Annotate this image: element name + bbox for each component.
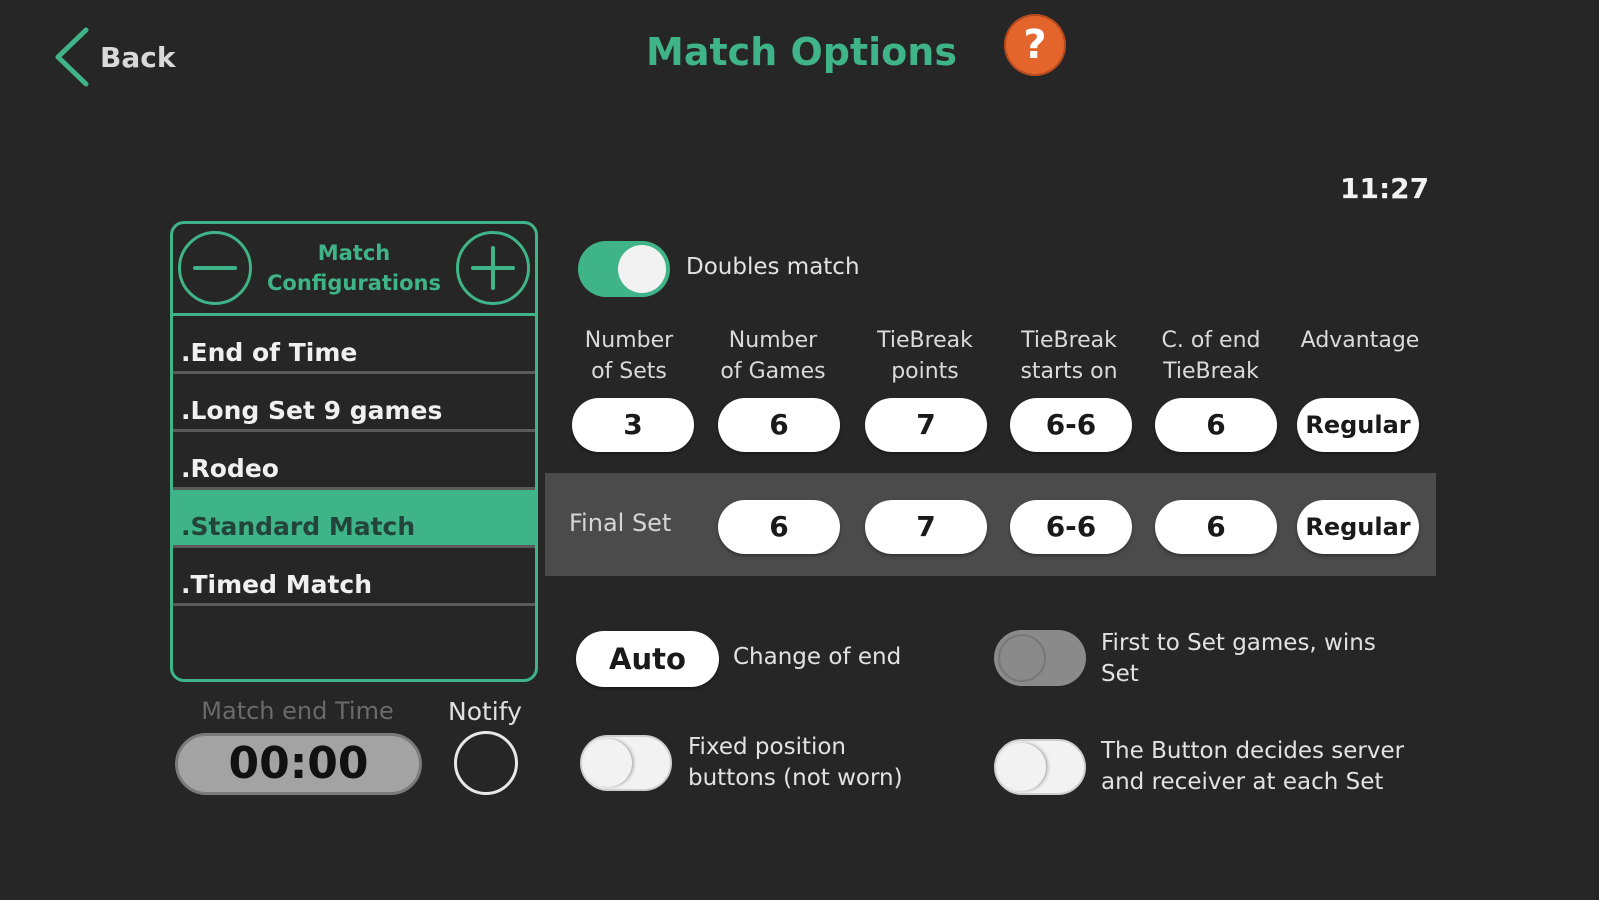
- page-title: Match Options: [646, 30, 957, 74]
- help-icon: ?: [1023, 22, 1047, 68]
- config-item-rodeo[interactable]: .Rodeo: [173, 432, 535, 490]
- toggle-knob: [998, 743, 1046, 791]
- first-to-set-label: First to Set games, wins Set: [1101, 630, 1376, 687]
- final-tiebreak-starts-value[interactable]: 6-6: [1010, 500, 1132, 554]
- change-of-end-select[interactable]: Auto: [576, 631, 719, 687]
- first-to-set-toggle[interactable]: [994, 630, 1086, 686]
- plus-icon: [471, 246, 515, 290]
- fixed-position-label: Fixed position buttons (not worn): [688, 734, 903, 791]
- final-set-label: Final Set: [569, 509, 672, 537]
- change-of-end-tiebreak-value[interactable]: 6: [1155, 398, 1277, 452]
- match-configurations-panel: Match Configurations .End of Time .Long …: [170, 221, 538, 682]
- notify-radio[interactable]: [454, 731, 518, 795]
- col-header-tiebreak-points: TieBreak points: [877, 328, 973, 384]
- config-title: Match Configurations: [253, 238, 455, 298]
- doubles-match-toggle[interactable]: [578, 241, 670, 297]
- doubles-match-label: Doubles match: [686, 254, 860, 280]
- games-value[interactable]: 6: [718, 398, 840, 452]
- config-item-end-of-time[interactable]: .End of Time: [173, 316, 535, 374]
- config-item-standard-match[interactable]: .Standard Match: [173, 490, 535, 548]
- final-advantage-value[interactable]: Regular: [1297, 500, 1419, 554]
- button-decides-toggle[interactable]: [994, 739, 1086, 795]
- match-end-time-label: Match end Time: [201, 697, 394, 725]
- toggle-knob: [618, 245, 666, 293]
- help-button[interactable]: ?: [1004, 14, 1066, 76]
- final-games-value[interactable]: 6: [718, 500, 840, 554]
- config-item-long-set[interactable]: .Long Set 9 games: [173, 374, 535, 432]
- fixed-position-toggle[interactable]: [580, 735, 672, 791]
- notify-label: Notify: [448, 697, 522, 726]
- button-decides-label: The Button decides server and receiver at…: [1101, 738, 1405, 795]
- config-header: Match Configurations: [173, 224, 535, 316]
- match-end-time-field[interactable]: 00:00: [175, 733, 422, 795]
- tiebreak-starts-value[interactable]: 6-6: [1010, 398, 1132, 452]
- col-header-tiebreak-starts-on: TieBreak starts on: [1020, 328, 1118, 384]
- col-header-advantage: Advantage: [1300, 328, 1420, 353]
- minus-icon: [193, 266, 237, 270]
- toggle-knob: [998, 634, 1046, 682]
- change-of-end-label: Change of end: [733, 644, 902, 670]
- config-title-line2: Configurations: [267, 271, 441, 295]
- toggle-knob: [584, 739, 632, 787]
- clock: 11:27: [1340, 172, 1430, 205]
- add-config-button[interactable]: [456, 231, 530, 305]
- col-header-change-of-end-tiebreak: C. of end TieBreak: [1161, 328, 1261, 384]
- col-header-number-of-sets: Number of Sets: [584, 328, 674, 384]
- advantage-value[interactable]: Regular: [1297, 398, 1419, 452]
- config-title-line1: Match: [317, 241, 391, 265]
- config-item-empty: [173, 606, 535, 664]
- config-item-timed-match[interactable]: .Timed Match: [173, 548, 535, 606]
- remove-config-button[interactable]: [178, 231, 252, 305]
- sets-value[interactable]: 3: [572, 398, 694, 452]
- tiebreak-points-value[interactable]: 7: [865, 398, 987, 452]
- final-change-of-end-tiebreak-value[interactable]: 6: [1155, 500, 1277, 554]
- col-header-number-of-games: Number of Games: [720, 328, 826, 384]
- final-tiebreak-points-value[interactable]: 7: [865, 500, 987, 554]
